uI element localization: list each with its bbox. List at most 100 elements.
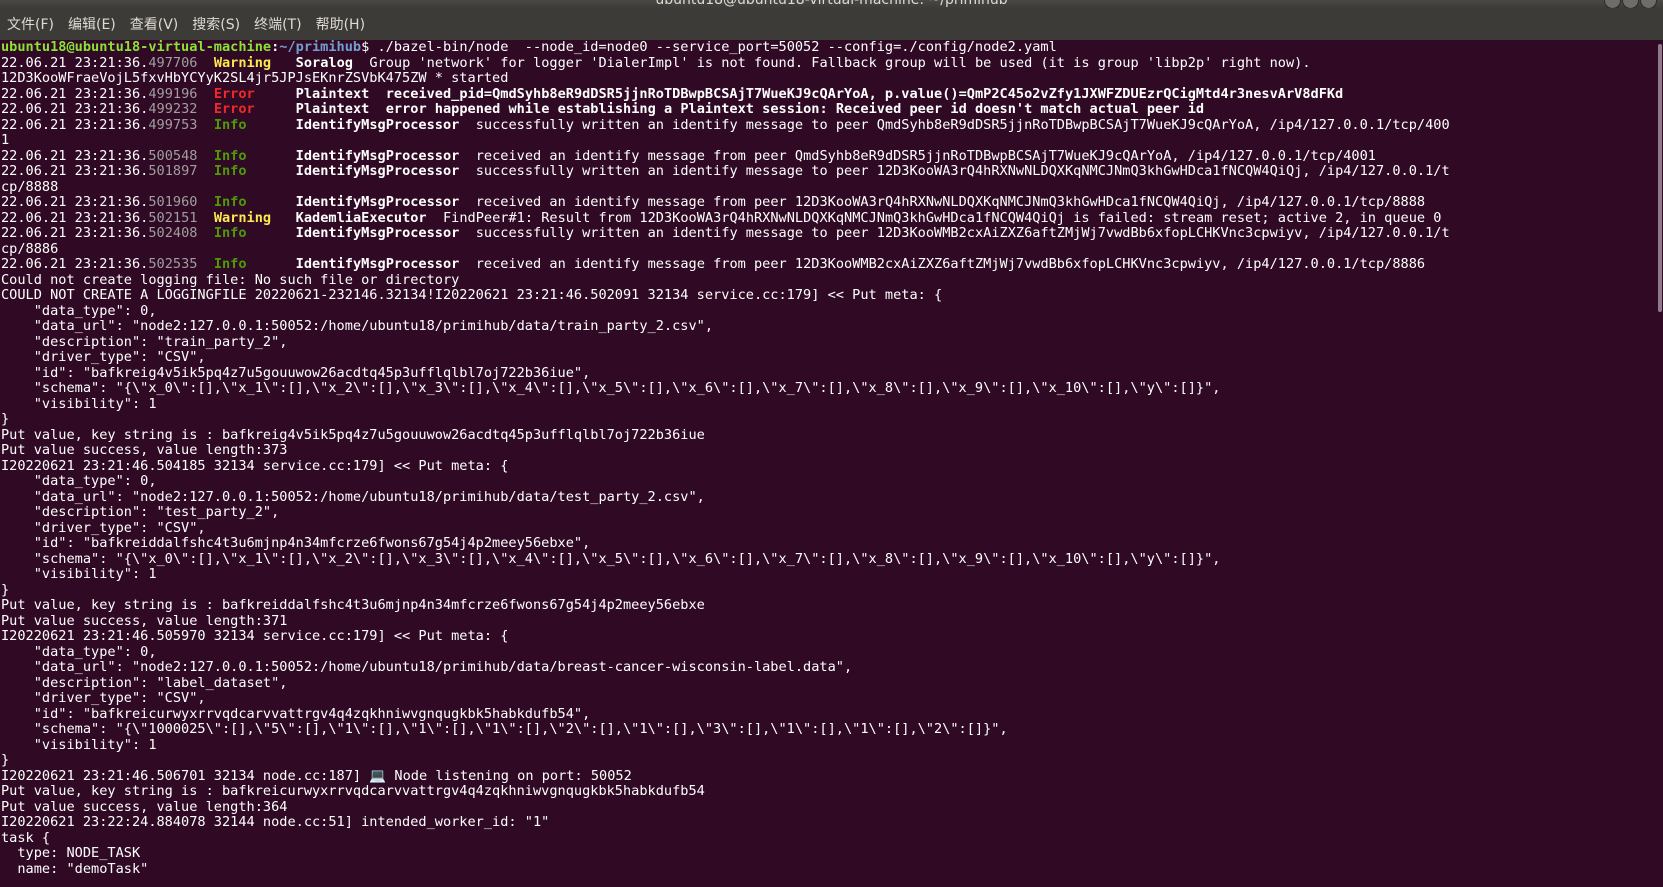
terminal-line: 22.06.21 23:21:36.500548 Info IdentifyMs…: [0, 147, 1657, 165]
terminal-line: "schema": "{\"1000025\":[],\"5\":[],\"1\…: [0, 721, 1657, 738]
log-milliseconds: 501960: [148, 194, 198, 210]
log-module: Plaintext: [295, 101, 370, 117]
terminal-line: }: [0, 752, 1657, 769]
log-timestamp: 22.06.21 23:21:36.: [1, 54, 149, 71]
terminal-line: 22.06.21 23:21:36.497706 Warning Soralog…: [0, 54, 1657, 72]
log-module: Plaintext: [295, 85, 370, 102]
menu-help[interactable]: 帮助(H): [315, 12, 366, 36]
log-text: 1: [1, 132, 10, 148]
log-text: Put value success, value length:373: [1, 442, 288, 458]
log-milliseconds: 499232: [148, 101, 198, 117]
terminal-line: "data_type": 0,: [0, 644, 1657, 661]
terminal-line: 1: [0, 132, 1657, 149]
terminal-output[interactable]: ubuntu18@ubuntu18-virtual-machine:~/prim…: [0, 40, 1657, 887]
log-level: Warning: [213, 209, 272, 226]
log-milliseconds: 501897: [148, 163, 198, 179]
terminal-line: "data_type": 0,: [0, 473, 1657, 490]
terminal-line: task {: [0, 829, 1657, 847]
log-text: "driver_type": "CSV",: [1, 519, 206, 536]
terminal-line: name: "demoTask": [0, 860, 1657, 878]
log-text: "visibility": 1: [1, 395, 157, 412]
log-text: I20220621 23:22:24.884078 32144 node.cc:…: [1, 814, 550, 830]
log-text: Node listening on port: 50052: [386, 767, 632, 784]
log-text: Put value, key string is : bafkreiddalfs…: [1, 597, 705, 613]
log-text: "data_url": "node2:127.0.0.1:50052:/home…: [1, 318, 714, 334]
menu-view[interactable]: 查看(V): [129, 12, 180, 36]
log-text: "data_type": 0,: [1, 473, 157, 489]
log-text: "data_url": "node2:127.0.0.1:50052:/home…: [1, 488, 705, 505]
window-titlebar[interactable]: ubuntu18@ubuntu18-virtual-machine: ~/pri…: [0, 0, 1663, 8]
terminal-line: "driver_type": "CSV",: [0, 519, 1657, 537]
log-message: received_pid=QmdSyhb8eR9dDSR5jjnRoTDBwpB…: [385, 85, 1344, 102]
log-module: KademliaExecutor: [295, 209, 427, 226]
terminal-line: 22.06.21 23:21:36.499753 Info IdentifyMs…: [0, 116, 1657, 134]
log-text: "visibility": 1: [1, 736, 157, 753]
terminal-line: type: NODE_TASK: [0, 845, 1657, 862]
terminal-line: 22.06.21 23:21:36.502535 Info IdentifyMs…: [0, 256, 1657, 273]
log-module: IdentifyMsgProcessor: [295, 225, 460, 241]
log-text: "schema": "{\"x_0\":[],\"x_1\":[],\"x_2\…: [1, 380, 1221, 396]
log-milliseconds: 502535: [148, 256, 198, 272]
log-level: Error: [213, 101, 255, 117]
log-text: task {: [1, 829, 51, 846]
log-module: IdentifyMsgProcessor: [295, 147, 460, 164]
menu-terminal[interactable]: 终端(T): [253, 12, 302, 36]
log-level: Info: [213, 116, 247, 133]
laptop-icon: 💻: [369, 767, 387, 784]
log-level: Info: [213, 225, 247, 241]
menu-search[interactable]: 搜索(S): [191, 12, 241, 36]
scrollbar[interactable]: [1657, 40, 1663, 887]
scrollbar-thumb[interactable]: [1658, 44, 1662, 312]
log-text: "data_url": "node2:127.0.0.1:50052:/home…: [1, 659, 853, 675]
prompt-path: ~/primihub: [279, 40, 362, 55]
terminal-line: COULD NOT CREATE A LOGGINGFILE 20220621-…: [0, 287, 1657, 304]
terminal-line: 22.06.21 23:21:36.502151 Warning Kademli…: [0, 209, 1657, 227]
log-text: }: [1, 411, 10, 427]
prompt-line: ubuntu18@ubuntu18-virtual-machine:~/prim…: [1, 40, 1057, 55]
terminal-line: "driver_type": "CSV",: [0, 690, 1657, 707]
terminal-line: "visibility": 1: [0, 395, 1657, 413]
log-text: Put value success, value length:371: [1, 612, 288, 629]
terminal-line: cp/8888: [0, 179, 1657, 196]
log-text: I20220621 23:21:46.506701 32134 node.cc:…: [1, 767, 370, 784]
log-text: "driver_type": "CSV",: [1, 690, 206, 706]
log-message: Group 'network' for logger 'DialerImpl' …: [369, 54, 1311, 71]
log-text: "description": "label_dataset",: [1, 674, 288, 691]
prompt-command: ./bazel-bin/node --node_id=node0 --servi…: [377, 40, 1057, 55]
log-level: Info: [213, 163, 247, 179]
terminal-line: "visibility": 1: [0, 736, 1657, 754]
terminal-line: 22.06.21 23:21:36.499232 Error Plaintext…: [0, 101, 1657, 118]
log-text: }: [1, 752, 10, 768]
log-text: name: "demoTask": [1, 860, 149, 877]
terminal-line: }: [0, 411, 1657, 428]
log-module: IdentifyMsgProcessor: [295, 194, 460, 210]
terminal-line: I20220621 23:21:46.506701 32134 node.cc:…: [0, 767, 1657, 785]
log-text: Put value, key string is : bafkreicurwyx…: [1, 783, 705, 799]
terminal-line: "schema": "{\"x_0\":[],\"x_1\":[],\"x_2\…: [0, 380, 1657, 397]
log-message: successfully written an identify message…: [475, 116, 1450, 133]
log-text: COULD NOT CREATE A LOGGINGFILE 20220621-…: [1, 287, 943, 303]
terminal-line: "id": "bafkreicurwyxrrvqdcarvvattrgv4q4z…: [0, 706, 1657, 723]
terminal-line: "schema": "{\"x_0\":[],\"x_1\":[],\"x_2\…: [0, 551, 1657, 568]
log-message: error happened while establishing a Plai…: [385, 101, 1205, 117]
log-timestamp: 22.06.21 23:21:36.: [1, 85, 149, 102]
log-timestamp: 22.06.21 23:21:36.: [1, 194, 149, 210]
log-timestamp: 22.06.21 23:21:36.: [1, 101, 149, 117]
log-text: "description": "train_party_2",: [1, 333, 288, 350]
menu-edit[interactable]: 编辑(E): [67, 12, 117, 36]
menu-bar: 文件(F) 编辑(E) 查看(V) 搜索(S) 终端(T) 帮助(H): [0, 8, 1663, 40]
terminal-line: Could not create logging file: No such f…: [0, 272, 1657, 289]
log-text: "id": "bafkreiddalfshc4t3u6mjnp4n34mfcrz…: [1, 535, 591, 551]
log-milliseconds: 502151: [148, 209, 198, 226]
log-text: "description": "test_party_2",: [1, 504, 280, 520]
terminal-line: "data_url": "node2:127.0.0.1:50052:/home…: [0, 659, 1657, 676]
log-message: received an identify message from peer 1…: [475, 256, 1426, 272]
log-message: received an identify message from peer Q…: [475, 147, 1376, 164]
menu-file[interactable]: 文件(F): [6, 12, 55, 36]
log-module: IdentifyMsgProcessor: [295, 116, 460, 133]
log-message: successfully written an identify message…: [475, 163, 1450, 179]
log-message: received an identify message from peer 1…: [475, 194, 1426, 210]
log-module: Soralog: [295, 54, 353, 71]
terminal-line: "visibility": 1: [0, 566, 1657, 583]
terminal-line: "data_url": "node2:127.0.0.1:50052:/home…: [0, 318, 1657, 335]
